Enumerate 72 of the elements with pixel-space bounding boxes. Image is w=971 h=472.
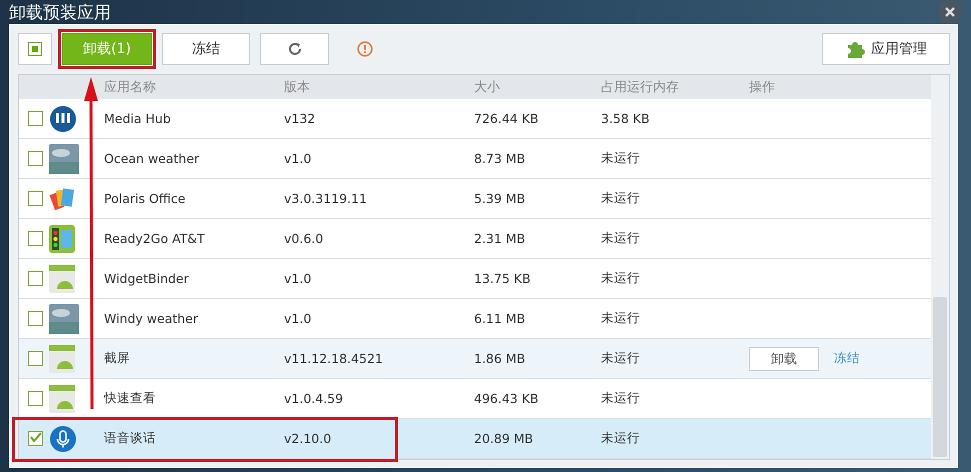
app-icon [49,224,75,252]
size-cell-text: 2.31 MB [474,231,526,246]
app-name: Ready2Go AT&T [104,231,206,246]
app-icon [49,384,75,412]
size-cell-text: 6.11 MB [474,311,526,326]
app-icon [49,104,77,132]
app-name: Media Hub [104,111,172,126]
row-uninstall-button[interactable]: 卸载 [749,346,819,370]
window-title: 卸载预装应用 [9,2,111,24]
version-cell-text: v3.0.3119.11 [284,191,368,206]
app-name: WidgetBinder [104,271,190,286]
memory-cell-text: 3.58 KB [601,111,651,126]
version-cell-text: v1.0.4.59 [284,391,344,406]
checkbox-square-icon [28,42,42,56]
size-cell-text: 726.44 KB [474,111,540,126]
refresh-button[interactable] [260,33,329,65]
size-cell-text: 1.86 MB [474,351,526,366]
version-cell-text: v11.12.18.4521 [284,351,384,366]
column-header: 大小 [474,79,501,96]
version-cell-text: v1.0 [284,271,312,286]
memory-cell-text: 未运行 [601,190,641,207]
row-checkbox[interactable] [28,391,43,406]
row-checkbox[interactable] [28,191,43,206]
warning-icon[interactable] [357,41,373,57]
version-cell-text: v1.0 [284,151,312,166]
app-icon [49,424,77,452]
row-checkbox[interactable] [28,311,43,326]
app-icon [49,304,79,334]
app-name: 快速查看 [104,390,157,407]
memory-cell-text: 未运行 [601,150,641,167]
memory-cell-text: 未运行 [601,430,641,447]
close-button[interactable] [938,0,962,24]
memory-cell-text: 未运行 [601,230,641,247]
row-checkbox[interactable] [28,271,43,286]
size-cell-text: 8.73 MB [474,151,526,166]
app-name: Windy weather [104,311,200,326]
app-icon [49,144,79,174]
app-icon [49,344,75,372]
app-name: Polaris Office [104,191,186,206]
app-manager-button[interactable]: 应用管理 [822,33,950,65]
close-icon [944,6,956,18]
column-header: 操作 [749,79,776,96]
column-header: 占用运行内存 [601,79,680,96]
size-cell-text: 13.75 KB [474,271,532,286]
row-checkbox[interactable] [28,111,43,126]
table-row[interactable]: 截屏 v11.12.18.4521 1.86 MB 未运行 卸载 冻结 [19,339,931,379]
memory-cell-text: 未运行 [601,390,641,407]
size-cell-text: 496.43 KB [474,391,540,406]
refresh-icon [286,41,302,57]
row-checkbox[interactable] [28,431,43,446]
row-checkbox[interactable] [28,231,43,246]
select-all-checkbox[interactable] [18,33,52,65]
column-header: 版本 [284,79,311,96]
column-header: 应用名称 [104,79,157,96]
version-cell-text: v132 [284,111,316,126]
row-checkbox[interactable] [28,351,43,366]
version-cell-text: v0.6.0 [284,231,324,246]
row-checkbox[interactable] [28,151,43,166]
puzzle-icon [845,39,865,59]
size-cell-text: 20.89 MB [474,431,534,446]
memory-cell-text: 未运行 [601,350,641,367]
app-name: Ocean weather [104,151,200,166]
size-cell-text: 5.39 MB [474,191,526,206]
scrollbar-thumb[interactable] [933,297,947,457]
version-cell-text: v2.10.0 [284,431,332,446]
memory-cell-text: 未运行 [601,310,641,327]
version-cell-text: v1.0 [284,311,312,326]
memory-cell-text: 未运行 [601,270,641,287]
app-name: 语音谈话 [104,430,157,447]
freeze-button[interactable]: 冻结 [162,33,250,65]
app-icon [49,264,75,292]
app-name: 截屏 [104,350,131,367]
